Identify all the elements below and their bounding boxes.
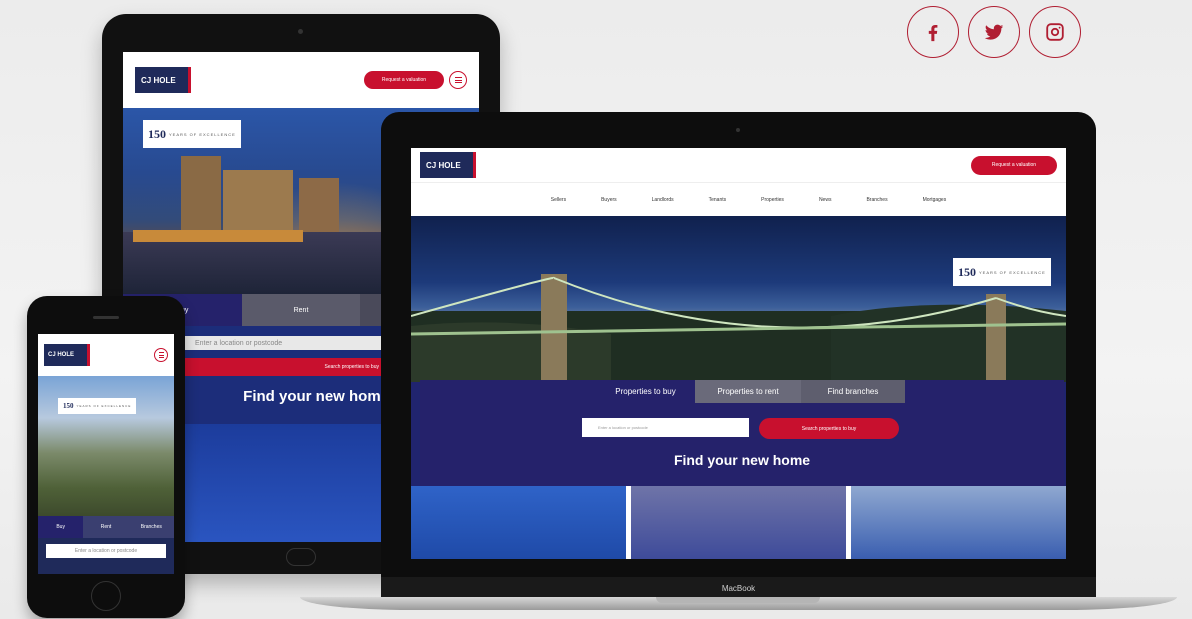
- tab-properties-to-buy[interactable]: Properties to buy: [596, 380, 695, 403]
- phone-menu-icon[interactable]: [154, 348, 168, 362]
- boat: [133, 230, 303, 242]
- laptop-find-heading: Find your new home: [673, 452, 811, 468]
- tablet-150-badge: 150 YEARS OF EXCELLENCE: [143, 120, 241, 148]
- facebook-icon[interactable]: [907, 6, 959, 58]
- badge-text: YEARS OF EXCELLENCE: [979, 269, 1046, 275]
- warehouse-building: [223, 170, 293, 234]
- tablet-valuation-button[interactable]: Request a valuation: [364, 71, 444, 89]
- phone-tabs: Buy Rent Branches: [38, 516, 174, 538]
- badge-number: 150: [148, 126, 166, 141]
- tab-properties-to-rent[interactable]: Properties to rent: [695, 380, 801, 403]
- tablet-home-button[interactable]: [286, 548, 316, 566]
- phone-screen: CJ HOLE 150 YEARS OF EXCELLENCE Buy Rent…: [38, 334, 174, 574]
- phone-header: CJ HOLE: [38, 334, 174, 376]
- property-card[interactable]: [411, 486, 626, 559]
- phone-home-button[interactable]: [91, 581, 121, 611]
- laptop-header: CJ HOLE Request a valuation: [411, 148, 1066, 182]
- laptop-hero-image: 150 YEARS OF EXCELLENCE: [411, 216, 1066, 382]
- laptop-search-input[interactable]: Enter a location or postcode: [582, 418, 749, 437]
- laptop-150-badge: 150 YEARS OF EXCELLENCE: [953, 258, 1051, 286]
- tablet-tab-rent[interactable]: Rent: [241, 294, 361, 326]
- laptop-valuation-button[interactable]: Request a valuation: [971, 155, 1057, 175]
- suspension-bridge-illustration: [411, 274, 1066, 382]
- phone-tab-branches[interactable]: Branches: [128, 516, 174, 538]
- laptop-screen: CJ HOLE Request a valuation Sellers Buye…: [411, 148, 1066, 559]
- nav-properties[interactable]: Properties: [761, 197, 784, 203]
- nav-sellers[interactable]: Sellers: [551, 197, 566, 203]
- laptop-search-tabs: Properties to buy Properties to rent Fin…: [596, 380, 905, 403]
- phone-device: CJ HOLE 150 YEARS OF EXCELLENCE Buy Rent…: [27, 296, 185, 618]
- laptop-device: CJ HOLE Request a valuation Sellers Buye…: [381, 112, 1096, 600]
- nav-tenants[interactable]: Tenants: [709, 197, 727, 203]
- phone-search-input[interactable]: Enter a location or postcode: [46, 544, 166, 558]
- nav-mortgages[interactable]: Mortgages: [923, 197, 947, 203]
- nav-news[interactable]: News: [819, 197, 832, 203]
- tablet-menu-icon[interactable]: [449, 71, 467, 89]
- phone-tab-buy[interactable]: Buy: [38, 516, 84, 538]
- tablet-logo[interactable]: CJ HOLE: [135, 67, 191, 93]
- laptop-logo[interactable]: CJ HOLE: [420, 152, 476, 178]
- badge-text: YEARS OF EXCELLENCE: [169, 131, 236, 137]
- phone-tab-rent[interactable]: Rent: [83, 516, 129, 538]
- twitter-icon[interactable]: [968, 6, 1020, 58]
- nav-buyers[interactable]: Buyers: [601, 197, 617, 203]
- tab-find-branches[interactable]: Find branches: [801, 380, 905, 403]
- badge-number: 150: [958, 264, 976, 279]
- phone-speaker: [93, 316, 119, 319]
- warehouse-building: [299, 178, 339, 234]
- property-card[interactable]: [851, 486, 1066, 559]
- badge-number: 150: [63, 402, 74, 410]
- nav-landlords[interactable]: Landlords: [652, 197, 674, 203]
- phone-150-badge: 150 YEARS OF EXCELLENCE: [58, 398, 137, 414]
- social-links: [907, 6, 1081, 58]
- instagram-icon[interactable]: [1029, 6, 1081, 58]
- laptop-camera: [736, 128, 740, 132]
- warehouse-building: [181, 156, 221, 236]
- laptop-search-panel: Properties to buy Properties to rent Fin…: [420, 380, 1064, 486]
- tablet-header: CJ HOLE Request a valuation: [123, 52, 479, 108]
- nav-branches[interactable]: Branches: [866, 197, 887, 203]
- laptop-base-notch: [656, 597, 820, 603]
- laptop-property-cards: [411, 486, 1066, 559]
- laptop-search-button[interactable]: Search properties to buy: [759, 418, 899, 439]
- phone-hero-image: 150 YEARS OF EXCELLENCE: [38, 376, 174, 516]
- badge-text: YEARS OF EXCELLENCE: [76, 403, 132, 408]
- property-card[interactable]: [631, 486, 846, 559]
- phone-logo[interactable]: CJ HOLE: [44, 344, 90, 366]
- tablet-camera: [298, 29, 303, 34]
- laptop-nav: Sellers Buyers Landlords Tenants Propert…: [411, 182, 1066, 216]
